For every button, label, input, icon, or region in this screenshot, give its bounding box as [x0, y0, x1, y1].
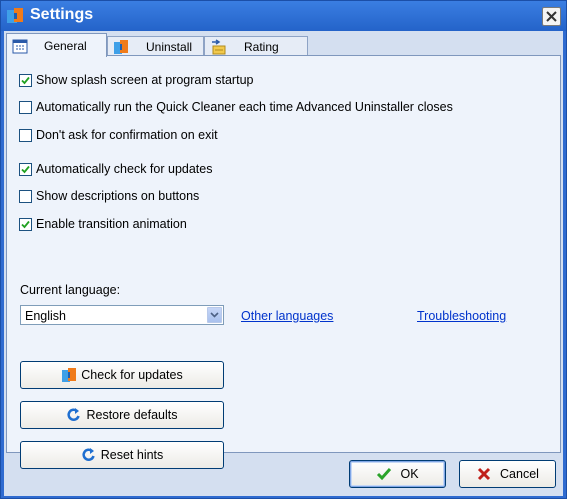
- option-splash-screen[interactable]: Show splash screen at program startup: [19, 72, 253, 88]
- settings-window: Settings General Uninstall Rating Show s…: [0, 0, 567, 499]
- cancel-button[interactable]: Cancel: [459, 460, 556, 488]
- tab-general[interactable]: General: [6, 33, 107, 57]
- check-updates-button[interactable]: Check for updates: [20, 361, 224, 389]
- checkmark-icon: [21, 76, 30, 84]
- checkbox[interactable]: [19, 73, 32, 87]
- reset-hints-button[interactable]: Reset hints: [20, 441, 224, 469]
- language-value: English: [25, 309, 66, 323]
- option-confirm-exit[interactable]: Don't ask for confirmation on exit: [19, 127, 218, 143]
- dialog-body: General Uninstall Rating Show splash scr…: [4, 31, 563, 496]
- button-label: Restore defaults: [86, 408, 178, 422]
- rating-icon: [212, 38, 226, 54]
- checkmark-icon: [21, 220, 30, 228]
- option-label: Automatically run the Quick Cleaner each…: [36, 100, 453, 114]
- chevron-down-icon: [210, 312, 219, 318]
- option-button-descriptions[interactable]: Show descriptions on buttons: [19, 188, 199, 204]
- checkbox[interactable]: [19, 189, 32, 203]
- button-label: Check for updates: [81, 368, 183, 382]
- restore-defaults-button[interactable]: Restore defaults: [20, 401, 224, 429]
- close-x-icon: [546, 11, 557, 22]
- button-label: OK: [400, 467, 419, 481]
- option-check-updates[interactable]: Automatically check for updates: [19, 161, 212, 177]
- tab-label: General: [44, 38, 87, 53]
- tab-uninstall[interactable]: Uninstall: [107, 36, 204, 56]
- option-quick-cleaner[interactable]: Automatically run the Quick Cleaner each…: [19, 99, 453, 115]
- language-select[interactable]: English: [20, 305, 224, 325]
- tab-label: Rating: [244, 39, 279, 54]
- language-label: Current language:: [20, 283, 121, 297]
- app-logo-icon: [62, 368, 77, 382]
- other-languages-link[interactable]: Other languages: [241, 309, 333, 323]
- button-label: Reset hints: [100, 448, 164, 462]
- window-title: Settings: [30, 6, 94, 23]
- uninstall-icon: [114, 39, 128, 54]
- checkbox[interactable]: [19, 128, 32, 142]
- dropdown-button[interactable]: [207, 307, 222, 323]
- button-label: Cancel: [500, 467, 539, 481]
- option-label: Don't ask for confirmation on exit: [36, 128, 218, 142]
- tab-rating[interactable]: Rating: [204, 36, 308, 56]
- calendar-icon: [12, 39, 28, 53]
- tab-label: Uninstall: [146, 39, 193, 54]
- general-panel: Show splash screen at program startup Au…: [6, 55, 561, 469]
- ok-button[interactable]: OK: [349, 460, 446, 488]
- option-label: Show descriptions on buttons: [36, 189, 200, 203]
- checkbox[interactable]: [19, 100, 32, 114]
- option-transition-animation[interactable]: Enable transition animation: [19, 216, 187, 232]
- tab-strip: General Uninstall Rating: [6, 33, 561, 57]
- title-bar[interactable]: Settings: [1, 1, 566, 31]
- refresh-icon: [67, 408, 81, 421]
- refresh-icon: [82, 448, 95, 461]
- checkmark-icon: [21, 165, 30, 173]
- app-logo-icon: [7, 8, 23, 23]
- checkmark-icon: [377, 468, 392, 481]
- troubleshooting-link[interactable]: Troubleshooting: [417, 309, 506, 323]
- checkbox[interactable]: [19, 162, 32, 176]
- option-label: Automatically check for updates: [36, 162, 213, 176]
- checkbox[interactable]: [19, 217, 32, 231]
- option-label: Enable transition animation: [36, 217, 187, 231]
- close-button[interactable]: [542, 7, 561, 26]
- cancel-x-icon: [477, 467, 491, 481]
- option-label: Show splash screen at program startup: [36, 73, 254, 87]
